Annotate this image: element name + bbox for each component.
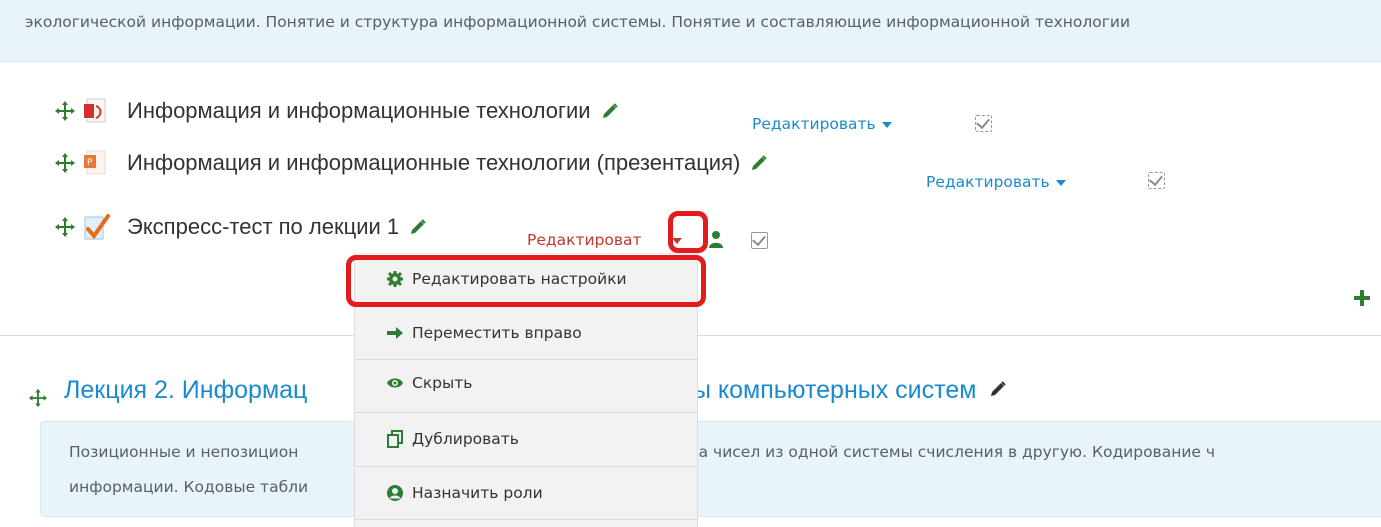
activity-row-2: P Информация и информационные технологии… xyxy=(54,148,768,178)
menu-item-move-right[interactable]: Переместить вправо xyxy=(355,307,697,359)
activity-row-3: Экспресс-тест по лекции 1 xyxy=(54,212,427,242)
desc-text: еревода чисел из одной системы счисления… xyxy=(640,443,1216,461)
pdf-icon xyxy=(84,98,108,124)
menu-item-assign-roles[interactable]: Назначить роли xyxy=(355,467,697,519)
menu-item-label: Назначить роли xyxy=(412,484,543,502)
completion-checkbox-1[interactable] xyxy=(975,115,992,132)
section-2-title[interactable]: Лекция 2. Информац xyxy=(64,376,307,405)
section-1-description: экологической информации. Понятие и стру… xyxy=(0,0,1381,62)
section-2-title-part2: ы компьютерных систем xyxy=(693,376,977,404)
activity-title[interactable]: Экспресс-тест по лекции 1 xyxy=(127,214,399,240)
move-icon[interactable] xyxy=(54,100,76,122)
section-1-description-text: экологической информации. Понятие и стру… xyxy=(25,13,1131,31)
activity-title[interactable]: Информация и информационные технологии (… xyxy=(127,150,740,176)
duplicate-icon xyxy=(386,430,404,448)
edit-menu-toggle-2[interactable]: Редактировать xyxy=(926,173,1066,191)
edit-menu-toggle-3[interactable]: Редактироват xyxy=(527,231,642,249)
activity-title[interactable]: Информация и информационные технологии xyxy=(127,98,591,124)
arrow-right-icon xyxy=(386,324,404,342)
menu-separator xyxy=(355,519,697,520)
section-2-description: Позиционные и непозицион еревода чисел из… xyxy=(40,421,1381,517)
description-line-2: информации. Кодовые табли xyxy=(69,470,1356,505)
pencil-icon[interactable] xyxy=(601,102,619,120)
highlight-edit-settings-annotation xyxy=(346,255,706,307)
user-circle-icon xyxy=(386,484,404,502)
section-2-title-part1: Лекция 2. Информац xyxy=(64,376,308,404)
highlight-caret-annotation xyxy=(668,211,708,253)
caret-down-icon xyxy=(881,121,892,128)
completion-checkbox-3[interactable] xyxy=(751,232,768,249)
section-move-icon[interactable] xyxy=(28,388,48,412)
edit-label: Редактировать xyxy=(752,115,876,133)
eye-icon xyxy=(386,374,404,392)
svg-text:P: P xyxy=(87,158,93,168)
pencil-icon[interactable] xyxy=(989,376,1007,405)
edit-label: Редактироват xyxy=(527,231,642,249)
caret-down-icon xyxy=(1055,179,1066,186)
menu-item-label: Скрыть xyxy=(412,374,473,392)
user-icon[interactable] xyxy=(708,230,724,252)
edit-label: Редактировать xyxy=(926,173,1050,191)
menu-item-hide[interactable]: Скрыть xyxy=(355,357,697,409)
description-line-1: Позиционные и непозицион еревода чисел из… xyxy=(69,435,1356,470)
activity-row-1: Информация и информационные технологии xyxy=(54,96,619,126)
edit-menu-toggle-1[interactable]: Редактировать xyxy=(752,115,892,133)
menu-item-label: Дублировать xyxy=(412,430,519,448)
completion-checkbox-2[interactable] xyxy=(1148,172,1165,189)
menu-item-duplicate[interactable]: Дублировать xyxy=(355,413,697,465)
add-activity-icon[interactable] xyxy=(1353,289,1371,311)
move-icon[interactable] xyxy=(54,152,76,174)
move-icon[interactable] xyxy=(54,216,76,238)
pencil-icon[interactable] xyxy=(409,218,427,236)
pencil-icon[interactable] xyxy=(750,154,768,172)
quiz-icon xyxy=(84,214,110,240)
desc-text: информации. Кодовые табли xyxy=(69,478,309,496)
powerpoint-icon: P xyxy=(84,150,108,176)
desc-text: Позиционные и непозицион xyxy=(69,443,299,461)
section-2-title-rest[interactable]: ы компьютерных систем xyxy=(693,376,1007,405)
menu-item-label: Переместить вправо xyxy=(412,324,582,342)
